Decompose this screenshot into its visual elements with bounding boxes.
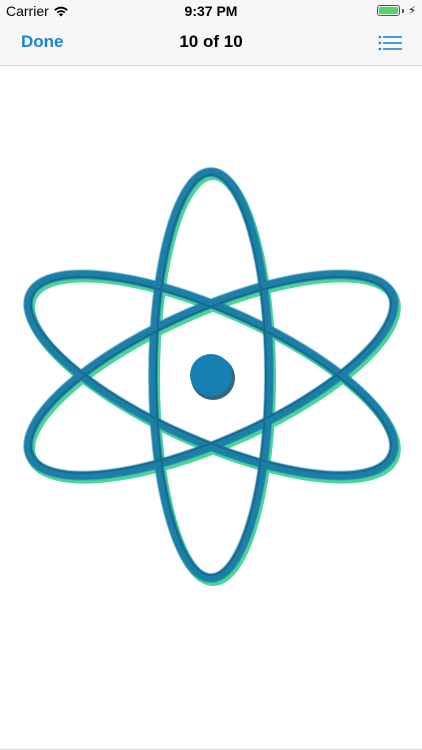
nucleus — [190, 354, 232, 396]
page-title: 10 of 10 — [179, 32, 243, 51]
navigation-bar: Done 10 of 10 — [0, 22, 422, 66]
bolt-icon: ⚡ — [408, 5, 416, 17]
battery-level — [379, 7, 399, 14]
battery-icon — [377, 5, 401, 16]
atom-icon — [23, 167, 401, 586]
status-time: 9:37 PM — [184, 3, 238, 19]
battery-indicator: ⚡ — [377, 4, 416, 17]
screen: Carrier 9:37 PM ⚡ Done 10 of 10 — [0, 0, 422, 750]
list-icon[interactable] — [378, 33, 402, 53]
battery-tip — [402, 8, 405, 13]
status-bar: Carrier 9:37 PM ⚡ — [0, 0, 422, 22]
image-viewer[interactable] — [0, 66, 422, 750]
